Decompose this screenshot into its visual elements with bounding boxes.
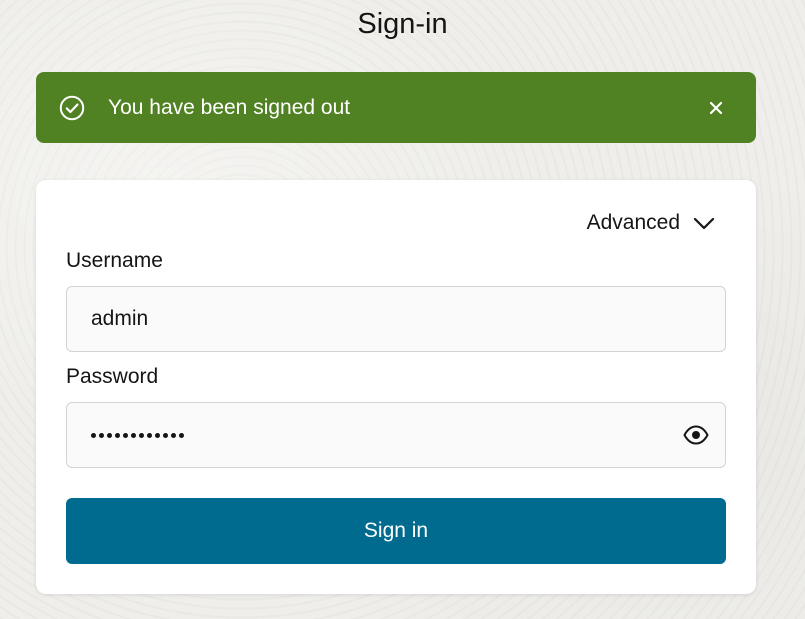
alert-message: You have been signed out (108, 96, 351, 119)
page-title: Sign-in (357, 8, 448, 40)
password-dot (99, 432, 104, 438)
password-dot (131, 432, 136, 438)
advanced-label: Advanced (586, 211, 680, 234)
check-circle-icon (59, 95, 85, 121)
username-field[interactable]: admin (66, 286, 726, 352)
password-dot (171, 432, 176, 438)
password-dot (163, 432, 168, 438)
password-dot (115, 432, 120, 438)
sign-in-button[interactable]: Sign in (66, 498, 726, 564)
password-dot (139, 432, 144, 438)
password-field[interactable] (66, 402, 726, 468)
signed-out-alert: You have been signed out (36, 72, 756, 143)
close-icon[interactable] (706, 98, 726, 118)
username-label: Username (66, 249, 163, 272)
password-dot (147, 432, 152, 438)
eye-icon[interactable] (683, 424, 709, 446)
sign-in-button-label: Sign in (363, 519, 429, 542)
chevron-down-icon (693, 217, 715, 230)
password-dot (155, 432, 160, 438)
password-label: Password (66, 365, 159, 388)
password-dot (179, 432, 184, 438)
sign-in-card: Advanced Username admin Password Sign in (36, 180, 756, 594)
password-mask (91, 423, 184, 447)
advanced-toggle[interactable]: Advanced (587, 208, 716, 238)
password-dot (91, 432, 96, 438)
username-value: admin (91, 307, 149, 330)
password-dot (123, 432, 128, 438)
password-dot (107, 432, 112, 438)
